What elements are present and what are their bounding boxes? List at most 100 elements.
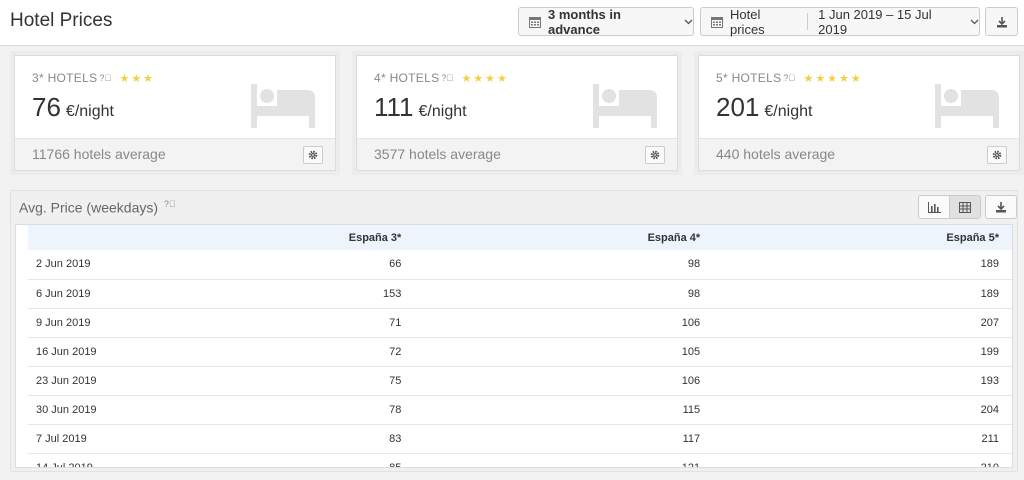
value-cell: 189 (980, 287, 999, 300)
divider (807, 13, 809, 30)
price-table: España 3* España 4* España 5* 2 Jun 2019… (28, 225, 1012, 468)
date-range-dropdown[interactable]: Hotel prices 1 Jun 2019 – 15 Jul 2019 (700, 6, 980, 37)
settings-button[interactable] (303, 146, 323, 164)
top-bar: Hotel Prices 3 months in advance Hotel p… (0, 0, 1024, 46)
panel-title-text: Avg. Price (weekdays) (19, 199, 159, 216)
price-display: 111 €/night (374, 92, 467, 123)
table-row: 16 Jun 2019 72 105 199 (28, 337, 1012, 366)
value-cell: 117 (682, 432, 701, 445)
help-icon[interactable]: ?⃝ (99, 73, 111, 83)
hotel-card-3-star: 3* HOTELS ?⃝ ★★★ 76 €/night 11766 hotels… (14, 55, 336, 171)
help-icon[interactable]: ?⃝ (441, 73, 453, 83)
range-dates: 1 Jun 2019 – 15 Jul 2019 (818, 6, 932, 37)
table-view-button[interactable] (949, 195, 981, 219)
date-cell: 14 Jul 2019 (36, 461, 93, 468)
value-cell: 189 (980, 258, 999, 271)
calendar-icon (711, 16, 723, 28)
date-cell: 30 Jun 2019 (36, 403, 97, 416)
card-header: 4* HOTELS ?⃝ ★★★★ (374, 71, 509, 85)
chevron-down-icon (970, 19, 979, 25)
date-cell: 7 Jul 2019 (36, 432, 87, 445)
date-cell: 23 Jun 2019 (36, 374, 97, 387)
card-footer: 3577 hotels average (357, 138, 677, 170)
download-button[interactable] (985, 7, 1018, 36)
value-cell: 75 (389, 374, 402, 387)
help-icon[interactable]: ?⃝ (164, 199, 176, 209)
table-row: 2 Jun 2019 66 98 189 (28, 250, 1012, 279)
value-cell: 115 (682, 403, 701, 416)
avg-price-panel: Avg. Price (weekdays) ?⃝ España 3* Españ… (10, 190, 1018, 472)
download-icon (996, 202, 1006, 213)
value-cell: 193 (980, 374, 999, 387)
settings-button[interactable] (645, 146, 665, 164)
value-cell: 121 (681, 461, 701, 468)
value-cell: 211 (981, 432, 999, 445)
hotels-average: 3577 hotels average (374, 146, 501, 162)
card-header: 5* HOTELS ?⃝ ★★★★★ (716, 71, 863, 85)
table-icon (959, 201, 971, 213)
gear-icon (308, 150, 318, 160)
price-unit: €/night (418, 103, 467, 120)
table-row: 23 Jun 2019 75 106 193 (28, 366, 1012, 395)
price-display: 76 €/night (32, 92, 114, 123)
help-icon[interactable]: ?⃝ (783, 73, 795, 83)
card-footer: 440 hotels average (699, 138, 1019, 170)
column-header-4-star[interactable]: España 4* (415, 225, 714, 250)
value-cell: 204 (980, 403, 999, 416)
price-display: 201 €/night (716, 92, 812, 123)
date-cell: 6 Jun 2019 (36, 287, 91, 300)
star-rating: ★★★★★ (803, 72, 863, 85)
table-header-row: España 3* España 4* España 5* (28, 225, 1012, 250)
date-cell: 2 Jun 2019 (36, 258, 91, 271)
value-cell: 72 (389, 345, 402, 358)
value-cell: 85 (389, 461, 402, 468)
panel-title: Avg. Price (weekdays) ?⃝ (19, 199, 176, 216)
card-category: 5* HOTELS (716, 71, 782, 85)
star-rating: ★★★★ (461, 72, 509, 85)
value-cell: 199 (980, 345, 999, 358)
bed-icon (935, 84, 999, 133)
value-cell: 106 (681, 316, 701, 329)
advance-dropdown[interactable]: 3 months in advance (518, 6, 694, 37)
value-cell: 98 (687, 258, 701, 271)
column-header-5-star[interactable]: España 5* (714, 225, 1012, 250)
gear-icon (992, 150, 1002, 160)
price-value: 76 (32, 92, 61, 122)
value-cell: 78 (389, 403, 402, 416)
star-rating: ★★★ (119, 72, 156, 85)
gear-icon (650, 150, 660, 160)
value-cell: 207 (980, 316, 999, 329)
bed-icon (251, 84, 315, 133)
bed-icon (593, 84, 657, 133)
hotels-average: 11766 hotels average (32, 146, 166, 162)
chevron-down-icon (684, 19, 693, 25)
table-row: 30 Jun 2019 78 115 204 (28, 395, 1012, 424)
price-value: 111 (374, 92, 414, 122)
value-cell: 105 (681, 345, 701, 358)
value-cell: 66 (389, 258, 402, 271)
table-row: 14 Jul 2019 85 121 210 (28, 453, 1012, 468)
table-row: 9 Jun 2019 71 106 207 (28, 308, 1012, 337)
settings-button[interactable] (987, 146, 1007, 164)
column-header-date[interactable] (28, 225, 129, 250)
range-label: Hotel prices (730, 6, 765, 37)
table-row: 7 Jul 2019 83 117 211 (28, 424, 1012, 453)
date-cell: 9 Jun 2019 (36, 316, 91, 329)
chart-view-button[interactable] (918, 195, 950, 219)
card-header: 3* HOTELS ?⃝ ★★★ (32, 71, 155, 85)
table-download-button[interactable] (985, 195, 1017, 219)
value-cell: 153 (382, 287, 402, 300)
column-header-3-star[interactable]: España 3* (129, 225, 416, 250)
price-table-container[interactable]: España 3* España 4* España 5* 2 Jun 2019… (15, 224, 1013, 468)
hotel-card-4-star: 4* HOTELS ?⃝ ★★★★ 111 €/night 3577 hotel… (356, 55, 678, 171)
bar-chart-icon (927, 201, 941, 213)
value-cell: 83 (389, 432, 402, 445)
hotels-average: 440 hotels average (716, 146, 836, 162)
value-cell: 98 (687, 287, 701, 300)
value-cell: 210 (980, 461, 999, 468)
advance-label: 3 months in advance (548, 6, 621, 37)
price-unit: €/night (65, 103, 114, 120)
hotel-card-5-star: 5* HOTELS ?⃝ ★★★★★ 201 €/night 440 hotel… (698, 55, 1020, 171)
table-row: 6 Jun 2019 153 98 189 (28, 279, 1012, 308)
page-title: Hotel Prices (10, 10, 113, 31)
